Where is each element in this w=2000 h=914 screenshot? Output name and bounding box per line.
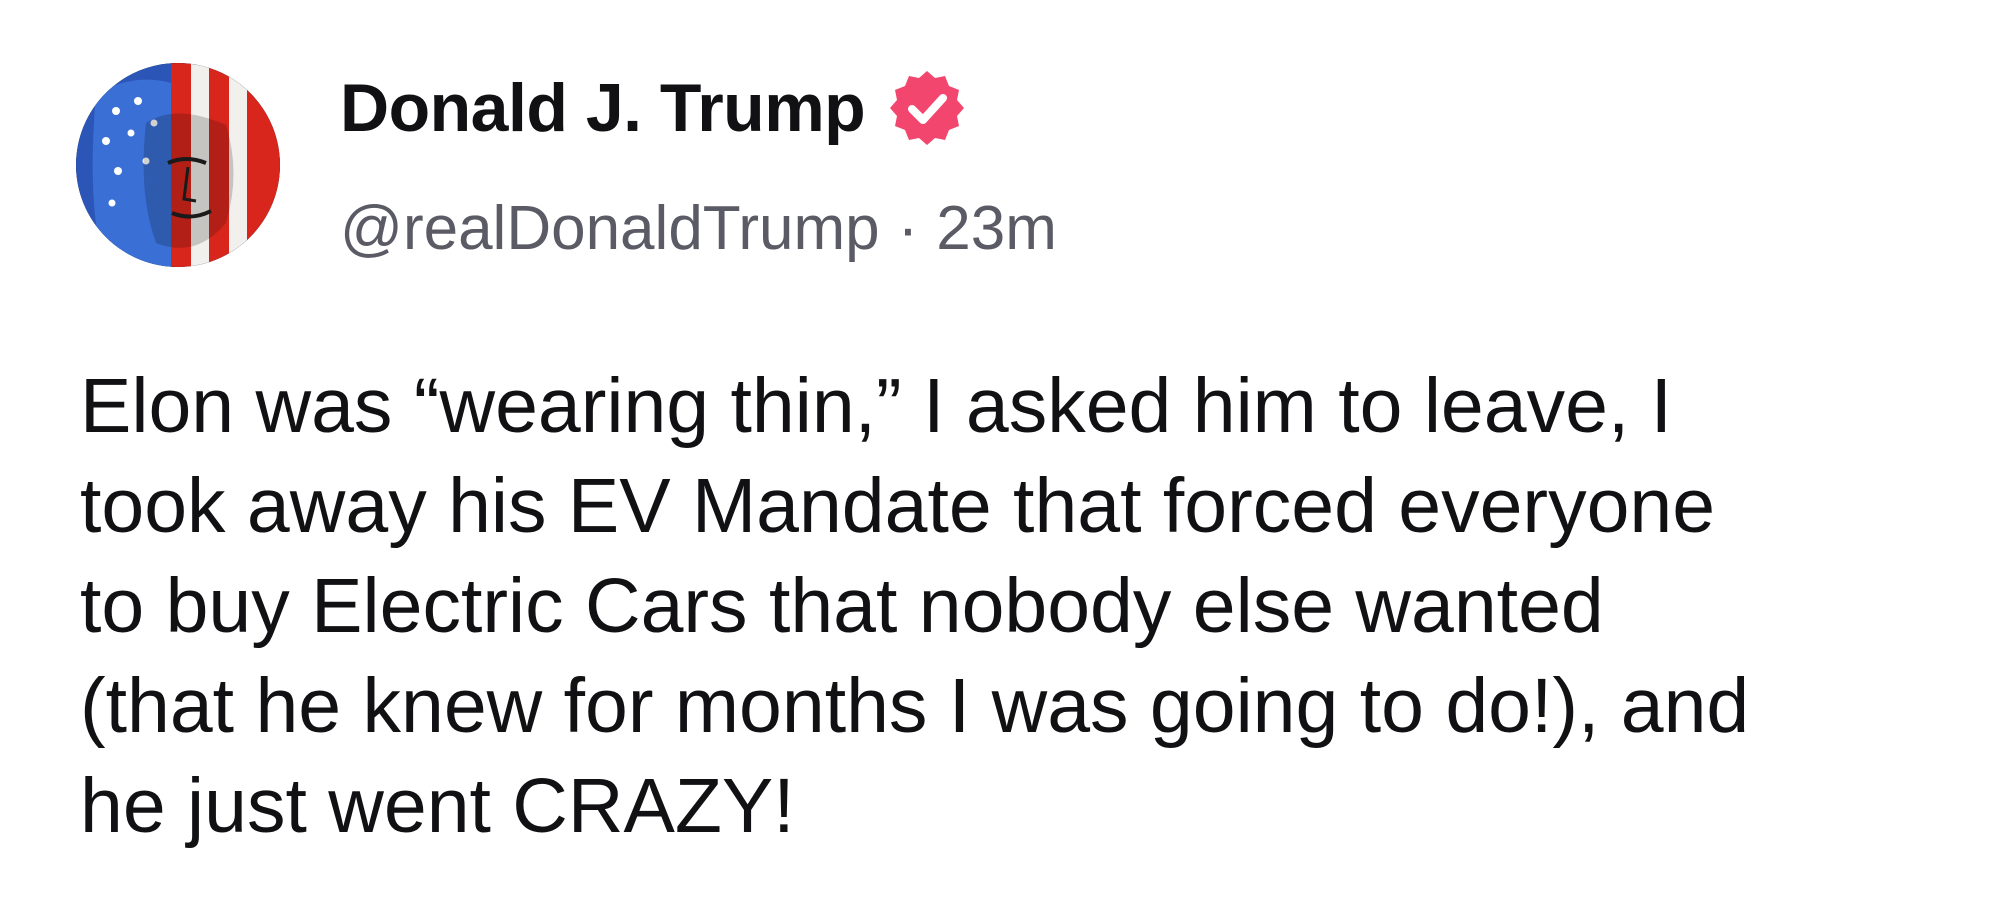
post-meta-row: @realDonaldTrump · 23m bbox=[340, 188, 1057, 268]
author-name-row: Donald J. Trump bbox=[340, 68, 967, 148]
post-body: Elon was “wearing thin,” I asked him to … bbox=[80, 356, 1960, 856]
post-timestamp[interactable]: 23m bbox=[936, 193, 1057, 264]
post-text-line: (that he knew for months I was going to … bbox=[80, 663, 1750, 749]
post-text-line: took away his EV Mandate that forced eve… bbox=[80, 463, 1716, 549]
author-handle[interactable]: @realDonaldTrump bbox=[340, 193, 880, 264]
verified-badge-icon bbox=[887, 68, 967, 148]
author-display-name[interactable]: Donald J. Trump bbox=[340, 69, 866, 147]
avatar-flag-portrait-icon bbox=[76, 63, 280, 267]
post-text-line: to buy Electric Cars that nobody else wa… bbox=[80, 563, 1604, 649]
post-card: Donald J. Trump @realDonaldTrump · 23m E… bbox=[0, 0, 2000, 914]
author-avatar[interactable] bbox=[76, 63, 280, 267]
post-text-line: he just went CRAZY! bbox=[80, 763, 795, 849]
meta-separator: · bbox=[897, 193, 919, 263]
post-text-line: Elon was “wearing thin,” I asked him to … bbox=[80, 363, 1673, 449]
